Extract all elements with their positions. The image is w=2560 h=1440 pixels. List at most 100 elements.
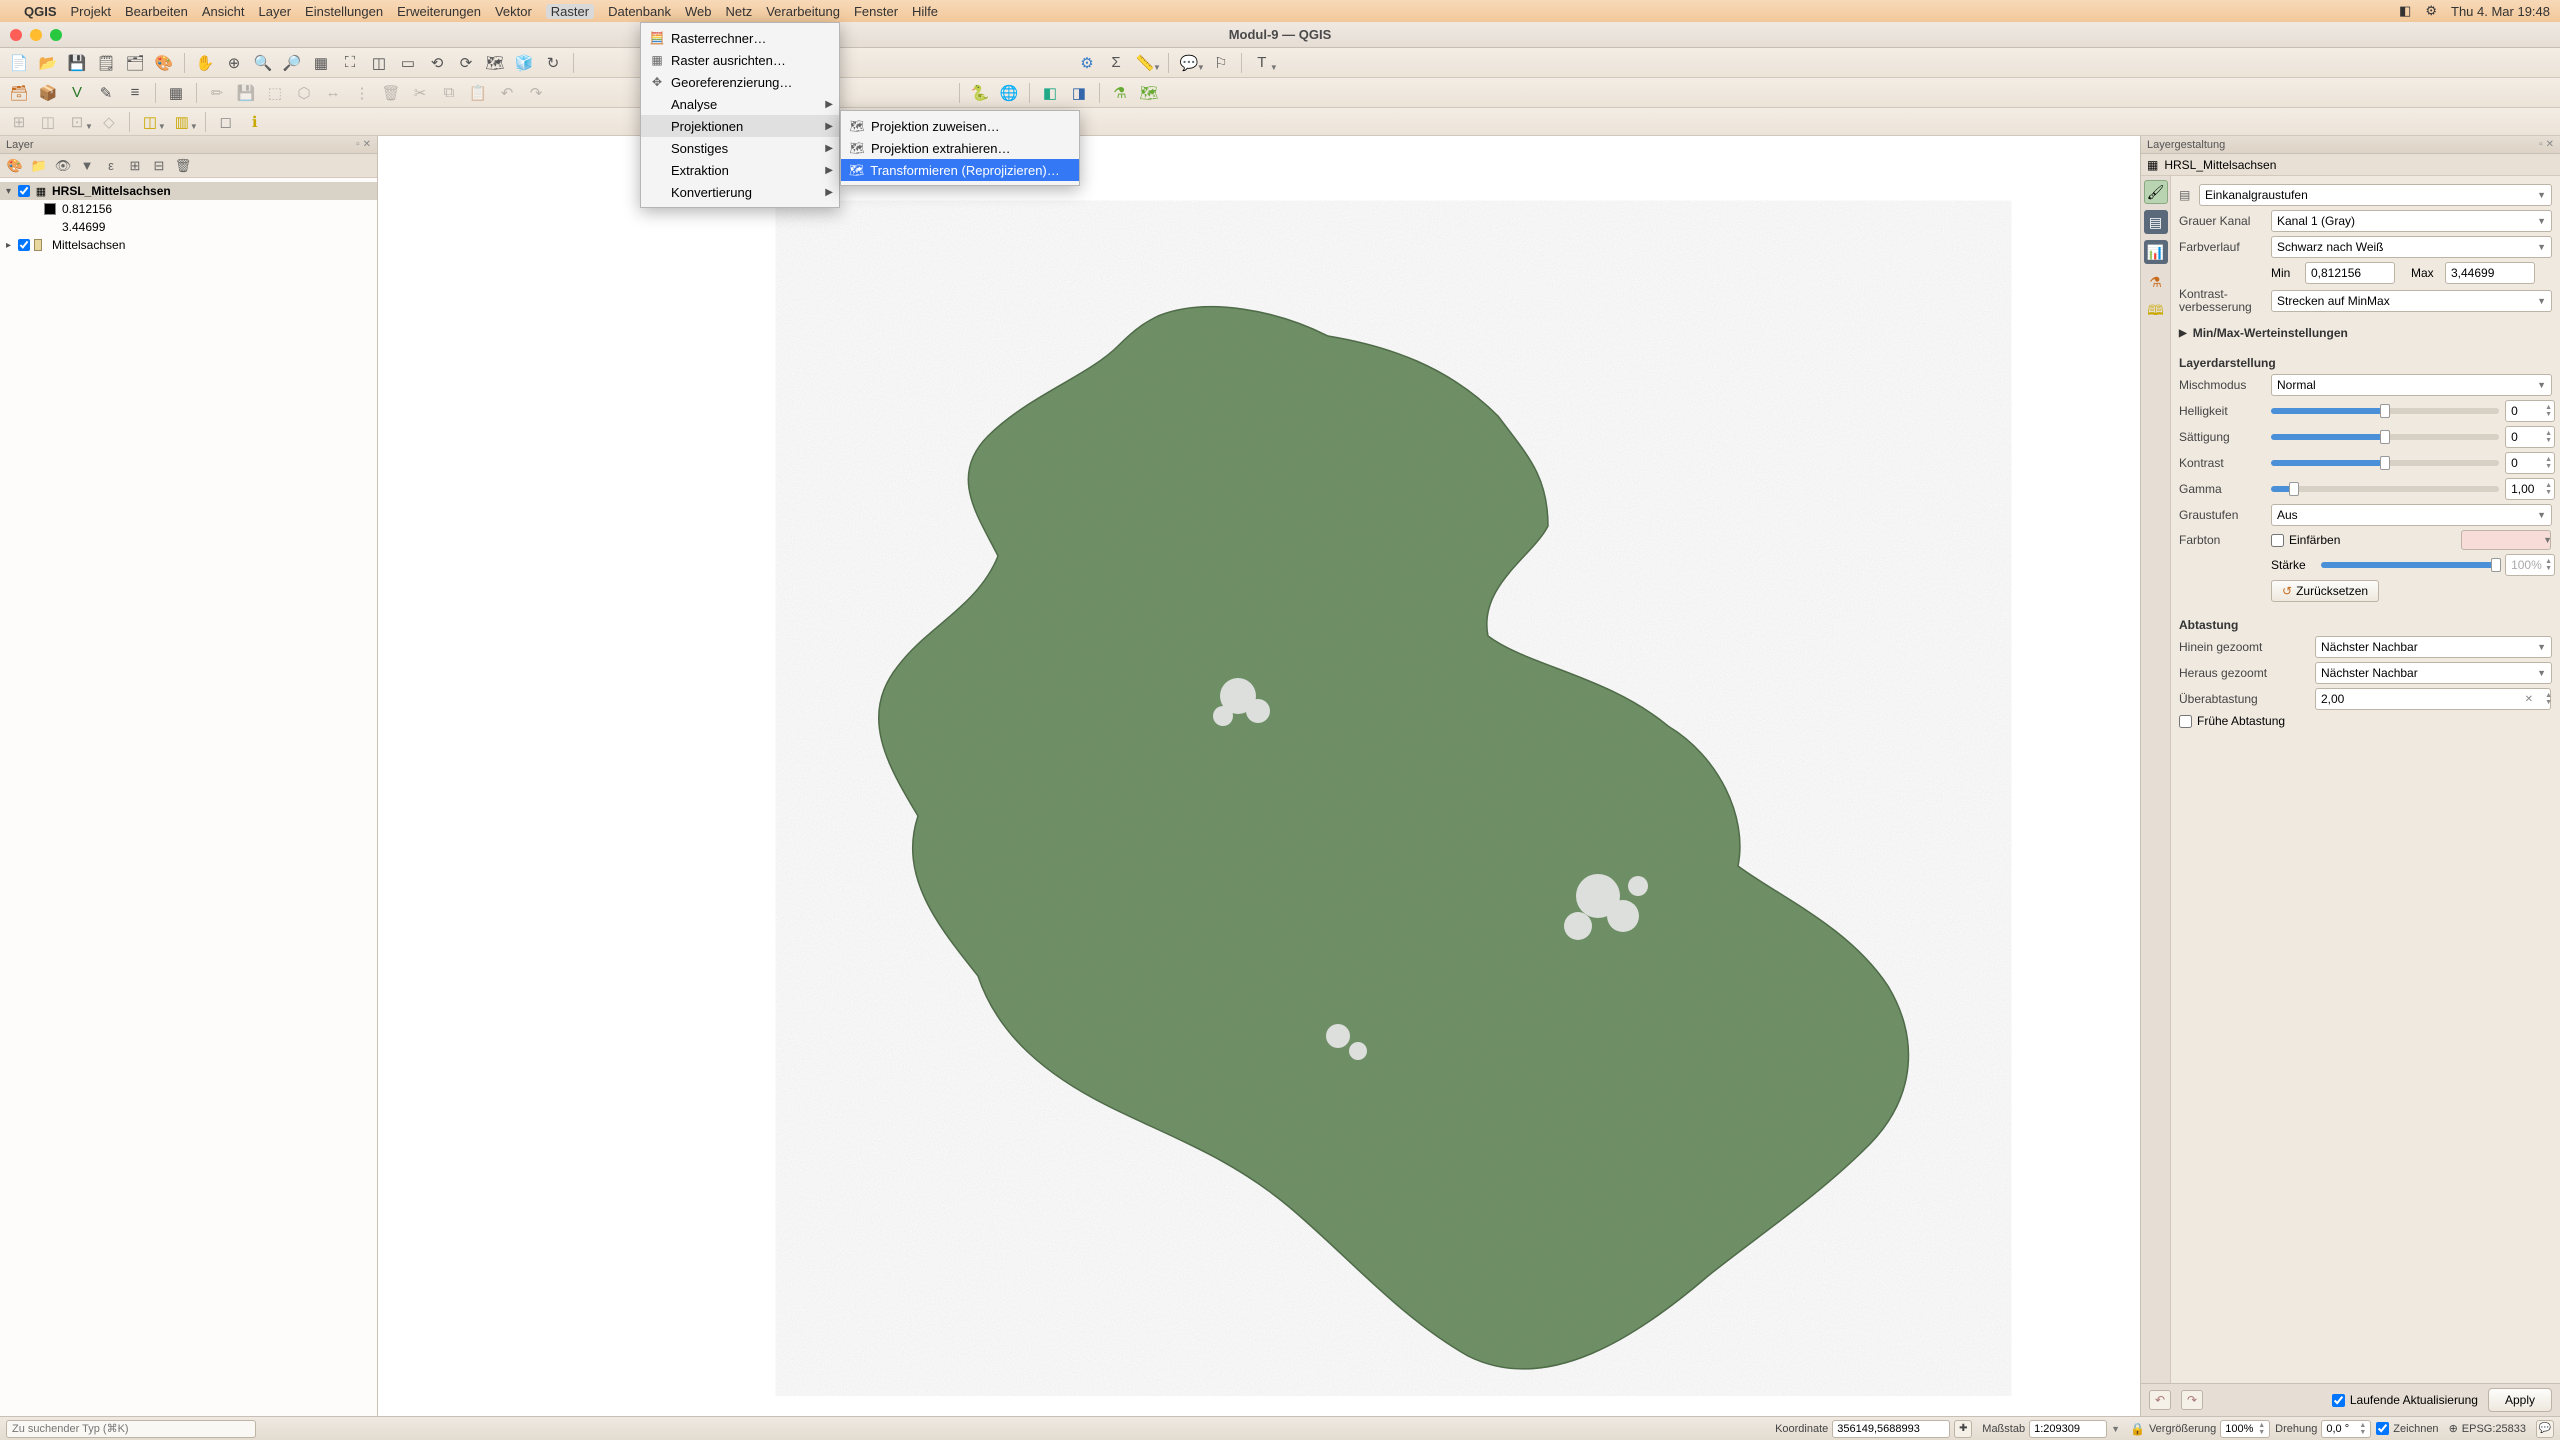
locator-search[interactable] (6, 1420, 256, 1438)
raster-align-item[interactable]: ▦Raster ausrichten… (641, 49, 839, 71)
new-map-view-icon[interactable]: 🗺 (482, 51, 508, 75)
minmax-section[interactable]: ▶ Min/Max-Werteinstellungen (2179, 326, 2552, 340)
data-source-manager-icon[interactable]: 🗃 (6, 81, 32, 105)
control-center-icon[interactable]: ⚙︎ (2425, 3, 2437, 19)
layer-item-hrsl[interactable]: ▾ ▦ HRSL_Mittelsachsen (0, 182, 377, 200)
colorize-checkbox[interactable] (2271, 534, 2284, 547)
copy-icon[interactable]: ⧉ (436, 81, 462, 105)
menu-web[interactable]: Web (685, 4, 712, 19)
menubar-extra-icon[interactable]: ◧ (2399, 3, 2411, 19)
snap-2-icon[interactable]: ◫ (35, 110, 61, 134)
conversion-item[interactable]: Konvertierung▶ (641, 181, 839, 203)
identify-icon[interactable]: ℹ (242, 110, 268, 134)
brightness-slider[interactable] (2271, 408, 2499, 414)
tab-history-icon[interactable]: 🕮 (2144, 300, 2168, 324)
collapse-all-icon[interactable]: ⊟ (150, 157, 168, 175)
menu-einstellungen[interactable]: Einstellungen (305, 4, 383, 19)
plugin-2-icon[interactable]: 🌐 (996, 81, 1022, 105)
crs-icon[interactable]: ⊕ (2449, 1422, 2458, 1435)
render-checkbox[interactable] (2376, 1422, 2389, 1435)
misc-item[interactable]: Sonstiges▶ (641, 137, 839, 159)
zoom-last-icon[interactable]: ⟲ (424, 51, 450, 75)
grayscale-select[interactable]: Aus▼ (2271, 504, 2552, 526)
new-geopackage-icon[interactable]: 📦 (35, 81, 61, 105)
locator-input[interactable] (6, 1420, 256, 1438)
add-feature-icon[interactable]: ⬚ (262, 81, 288, 105)
menu-hilfe[interactable]: Hilfe (912, 4, 938, 19)
vertex-tool-icon[interactable]: ⋮ (349, 81, 375, 105)
snap-1-icon[interactable]: ⊞ (6, 110, 32, 134)
panel-undock-icon[interactable]: ▫ (2539, 139, 2543, 150)
expand-icon[interactable]: ▾ (6, 186, 16, 197)
raster-calc-item[interactable]: 🧮Rasterrechner… (641, 27, 839, 49)
layer-checkbox[interactable] (18, 239, 30, 251)
plugin-1-icon[interactable]: 🐍 (967, 81, 993, 105)
zoom-out-icon[interactable]: 🔎 (279, 51, 305, 75)
contrast-slider[interactable] (2271, 460, 2499, 466)
clock[interactable]: Thu 4. Mar 19:48 (2451, 4, 2550, 19)
menu-vektor[interactable]: Vektor (495, 4, 532, 19)
coord-toggle-icon[interactable]: ✚ (1954, 1420, 1972, 1438)
panel-close-icon[interactable]: ✕ (363, 139, 371, 150)
extract-projection-item[interactable]: 🗺Projektion extrahieren… (841, 137, 1079, 159)
new-3d-view-icon[interactable]: 🧊 (511, 51, 537, 75)
max-input[interactable] (2445, 262, 2535, 284)
projections-item[interactable]: Projektionen▶ (641, 115, 839, 137)
plugin-5-icon[interactable]: ⚗ (1107, 81, 1133, 105)
gamma-slider[interactable] (2271, 486, 2499, 492)
undo-icon[interactable]: ↶ (494, 81, 520, 105)
renderer-select[interactable]: Einkanalgraustufen▼ (2199, 184, 2552, 206)
apply-button[interactable]: Apply (2488, 1388, 2552, 1412)
scale-input[interactable] (2029, 1420, 2107, 1438)
add-vector-icon[interactable]: V (64, 81, 90, 105)
menu-bearbeiten[interactable]: Bearbeiten (125, 4, 188, 19)
redo-style-icon[interactable]: ↷ (2181, 1390, 2203, 1410)
new-project-icon[interactable]: 📄 (6, 51, 32, 75)
layer-item-mittelsachsen[interactable]: ▸ Mittelsachsen (0, 236, 377, 254)
deselect-icon[interactable]: ◻ (213, 110, 239, 134)
reset-button[interactable]: ↺Zurücksetzen (2271, 580, 2379, 602)
minimize-button[interactable] (30, 29, 42, 41)
coord-input[interactable] (1832, 1420, 1950, 1438)
zoom-out-select[interactable]: Nächster Nachbar▼ (2315, 662, 2552, 684)
pan-selection-icon[interactable]: ⊕ (221, 51, 247, 75)
messages-icon[interactable]: 💬 (2536, 1420, 2554, 1438)
new-layout-icon[interactable]: 🗒 (93, 51, 119, 75)
map-canvas[interactable] (378, 136, 2140, 1416)
menu-netz[interactable]: Netz (725, 4, 752, 19)
warp-reproject-item[interactable]: 🗺Transformieren (Reprojizieren)… (841, 159, 1079, 181)
lock-icon[interactable]: 🔒 (2130, 1422, 2145, 1436)
layer-style-icon[interactable]: 🎨 (6, 157, 24, 175)
strength-slider[interactable] (2321, 562, 2499, 568)
layout-manager-icon[interactable]: 🗂 (122, 51, 148, 75)
save-project-icon[interactable]: 💾 (64, 51, 90, 75)
zoom-next-icon[interactable]: ⟳ (453, 51, 479, 75)
contrast-select[interactable]: Strecken auf MinMax▼ (2271, 290, 2552, 312)
menu-datenbank[interactable]: Datenbank (608, 4, 671, 19)
tab-symbology-icon[interactable]: 🖌 (2144, 180, 2168, 204)
zoom-full-icon[interactable]: ⛶ (337, 51, 363, 75)
zoom-native-icon[interactable]: ▦ (308, 51, 334, 75)
assign-projection-item[interactable]: 🗺Projektion zuweisen… (841, 115, 1079, 137)
extraction-item[interactable]: Extraktion▶ (641, 159, 839, 181)
save-edits-icon[interactable]: 💾 (233, 81, 259, 105)
menu-layer[interactable]: Layer (259, 4, 292, 19)
add-raster-icon[interactable]: ▦ (163, 81, 189, 105)
zoom-layer-icon[interactable]: ▭ (395, 51, 421, 75)
redo-icon[interactable]: ↷ (523, 81, 549, 105)
filter-expression-icon[interactable]: ε (102, 157, 120, 175)
oversampling-input[interactable] (2315, 688, 2551, 710)
tab-histogram-icon[interactable]: 📊 (2144, 240, 2168, 264)
filter-legend-icon[interactable]: ▼ (78, 157, 96, 175)
close-button[interactable] (10, 29, 22, 41)
sigma-icon[interactable]: Σ (1103, 51, 1129, 75)
app-name[interactable]: QGIS (24, 4, 57, 19)
open-project-icon[interactable]: 📂 (35, 51, 61, 75)
snap-4-icon[interactable]: ◇ (96, 110, 122, 134)
maximize-button[interactable] (50, 29, 62, 41)
manage-visibility-icon[interactable]: 👁 (54, 157, 72, 175)
panel-undock-icon[interactable]: ▫ (356, 139, 360, 150)
gray-channel-select[interactable]: Kanal 1 (Gray)▼ (2271, 210, 2552, 232)
cut-icon[interactable]: ✂ (407, 81, 433, 105)
layer-tree[interactable]: ▾ ▦ HRSL_Mittelsachsen 0.812156 3.44699 … (0, 178, 377, 1416)
